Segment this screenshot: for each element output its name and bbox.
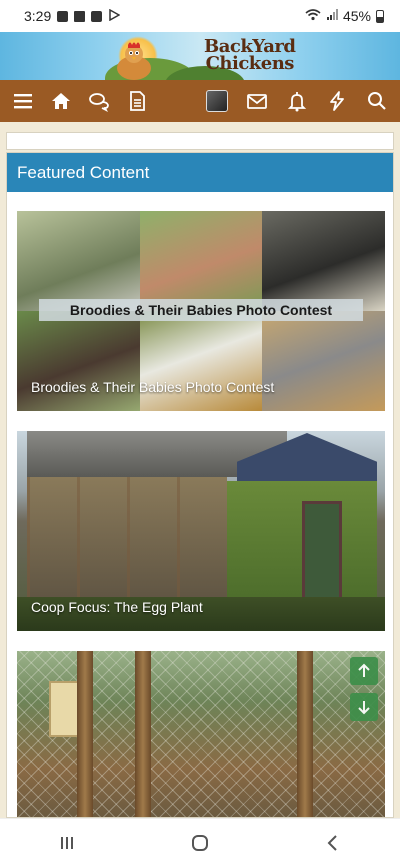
chat-icon[interactable] <box>88 90 110 112</box>
chicken-logo-icon <box>117 42 151 80</box>
lightning-icon[interactable] <box>326 90 348 112</box>
coop-run-image <box>27 477 227 617</box>
arrow-up-icon <box>358 663 370 677</box>
status-bar: 3:29 45% <box>0 0 400 32</box>
card-caption[interactable]: Broodies & Their Babies Photo Contest <box>31 379 274 395</box>
signal-icon <box>326 8 338 24</box>
bell-icon[interactable] <box>286 90 308 112</box>
featured-content-header: Featured Content <box>7 153 393 192</box>
wifi-icon <box>305 8 321 24</box>
shopping-bag-icon <box>57 10 69 22</box>
featured-card-chicken-run[interactable] <box>17 651 385 817</box>
home-icon[interactable] <box>50 90 72 112</box>
scroll-up-button[interactable] <box>350 657 378 685</box>
main-navbar <box>0 80 400 122</box>
menu-icon[interactable] <box>12 90 34 112</box>
battery-percent: 45% <box>342 8 371 24</box>
news-icon <box>74 10 86 22</box>
status-left: 3:29 <box>24 8 121 24</box>
featured-card-coop-focus[interactable]: Coop Focus: The Egg Plant <box>17 431 385 631</box>
scroll-down-button[interactable] <box>350 693 378 721</box>
document-icon[interactable] <box>126 90 148 112</box>
featured-content-panel: Featured Content Broodies & Their Babies… <box>6 152 394 818</box>
collage-title-overlay: Broodies & Their Babies Photo Contest <box>39 299 363 321</box>
android-navigation-bar <box>0 818 400 866</box>
recent-apps-icon[interactable] <box>47 823 87 863</box>
navbar-right <box>206 90 388 112</box>
navbar-left <box>12 90 148 112</box>
avatar[interactable] <box>206 90 228 112</box>
status-right: 45% <box>305 8 384 24</box>
arrow-down-icon <box>358 701 370 715</box>
content-top-box <box>6 132 394 150</box>
mail-icon[interactable] <box>246 90 268 112</box>
status-time: 3:29 <box>24 8 52 24</box>
site-logo-text: BackYard Chickens <box>204 36 296 74</box>
featured-card-photo-contest[interactable]: Broodies & Their Babies Photo Contest Br… <box>17 211 385 411</box>
home-button-icon[interactable] <box>180 823 220 863</box>
search-icon[interactable] <box>366 90 388 112</box>
play-store-icon <box>108 8 121 24</box>
shopping-bag-icon <box>91 10 103 22</box>
back-icon[interactable] <box>313 823 353 863</box>
card-caption[interactable]: Coop Focus: The Egg Plant <box>31 599 203 615</box>
site-banner[interactable]: BackYard Chickens <box>0 32 400 80</box>
battery-icon <box>376 9 384 23</box>
